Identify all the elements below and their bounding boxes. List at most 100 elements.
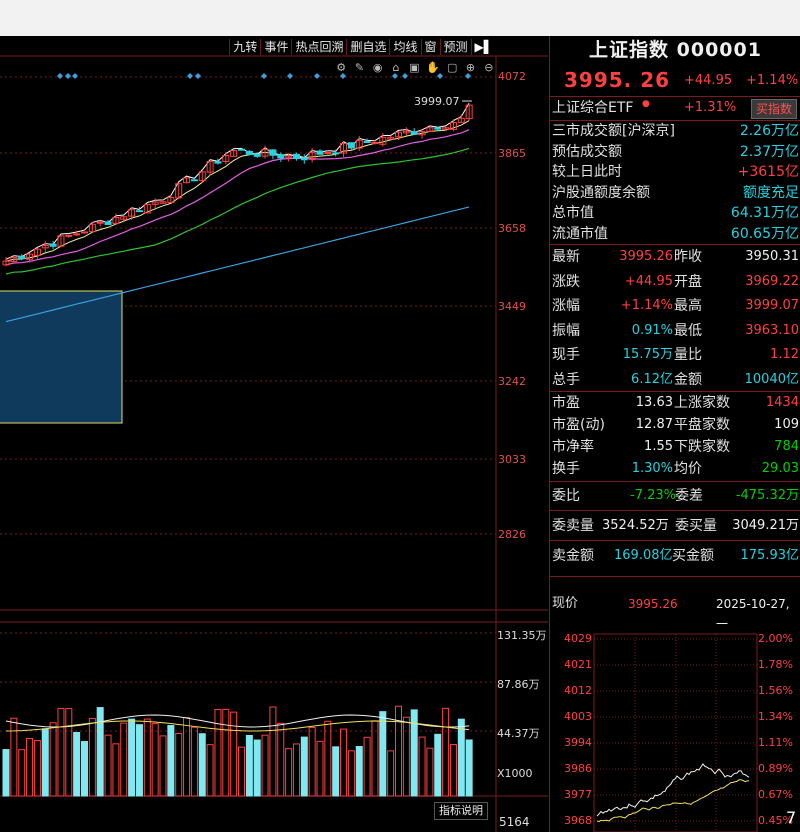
volume-bar: [41, 728, 49, 797]
toolbar-forecast[interactable]: 预测: [439, 38, 471, 55]
divider: [550, 244, 800, 245]
candle-body: [96, 221, 104, 224]
quote-row: 换手 1.30% 均价 29.03: [550, 459, 800, 479]
xianjia-label: 现价: [552, 596, 579, 611]
quote-label: 沪股通额度余额: [552, 184, 650, 201]
candle-body: [332, 152, 340, 155]
zoom-out-icon[interactable]: ⊖: [483, 60, 495, 74]
volume-bar: [33, 740, 41, 797]
intraday-mini-chart[interactable]: 4029 2.00% 4021 1.78% 4012 1.56% 4003 1.34% 3994…: [550, 626, 800, 832]
maijin2-label: 买金额: [672, 548, 714, 564]
volume-bar: [245, 734, 253, 797]
candle-body: [190, 179, 198, 182]
mini-left-tick: 4021: [564, 658, 592, 671]
camera-icon[interactable]: ▢: [446, 60, 458, 74]
mini-left-tick: 3994: [564, 736, 592, 749]
weibi-row: 委比 -7.23% 委差 -475.32万: [550, 486, 800, 506]
quote-label: 市盈(动): [552, 417, 605, 433]
candle-body: [104, 221, 112, 225]
volume-bar: [253, 739, 261, 797]
buy-index-button[interactable]: 买指数: [750, 99, 797, 119]
collapse-arrow-icon[interactable]: ▶▌: [470, 38, 496, 55]
volume-bar: [198, 733, 206, 797]
pen-icon[interactable]: ✎: [353, 60, 365, 74]
toolbar-remove-watchlist[interactable]: 删自选: [346, 38, 389, 55]
quote-value: 6.12亿: [631, 371, 673, 387]
quote-value: 1.30%: [631, 461, 673, 476]
stat-value: 64.31万亿: [730, 205, 799, 221]
ma10-line: [5, 129, 470, 266]
volume-bar: [230, 711, 238, 797]
candle-body: [238, 148, 245, 151]
toolbar-jiuzhuan[interactable]: 九转: [229, 38, 260, 55]
bottom-value: 5164: [499, 815, 530, 829]
quote-label: 平盘家数: [674, 417, 730, 433]
maijin-row: 卖金额 169.08亿 买金额 175.93亿: [550, 546, 800, 566]
lock-icon[interactable]: ⌂: [390, 60, 402, 74]
candle-body: [410, 131, 418, 135]
quote-row: 总市值 64.31万亿: [550, 203, 800, 223]
maijin-value: 169.08亿: [614, 548, 673, 563]
toolbar-hot-replay[interactable]: 热点回溯: [291, 38, 346, 55]
candle-body: [347, 142, 355, 149]
volume-bar: [442, 707, 450, 797]
toolbar-window[interactable]: 窗: [420, 38, 440, 55]
indicator-help-button[interactable]: 指标说明: [434, 802, 488, 820]
quote-label: 三市成交额[沪深京]: [552, 123, 675, 139]
volume-bar: [104, 734, 112, 797]
volume-bar: [402, 716, 410, 797]
hand-icon[interactable]: ✋: [426, 60, 440, 74]
weicha-value: -475.32万: [735, 488, 799, 503]
quote-value: 10040亿: [744, 371, 799, 387]
quote-row: 市盈 13.63 上涨家数 1434: [550, 393, 800, 413]
candle-body: [277, 154, 285, 159]
price-tick: 3865: [498, 147, 526, 160]
volume-tick: 131.35万: [497, 629, 547, 642]
quote-value: 1.12: [770, 347, 799, 362]
quote-row: 涨跌 +44.95 开盘 3969.22: [550, 272, 800, 292]
volume-bar: [65, 707, 73, 797]
divider: [550, 540, 800, 541]
kline-panel[interactable]: 九转 事件 热点回溯 删自选 均线 窗 预测 ▶▌ ⚙ ✎ ◉ ⌂ ▣ ✋ ▢ …: [0, 36, 548, 832]
ma60-line: [5, 206, 470, 323]
zoom-in-icon[interactable]: ⊕: [464, 60, 476, 74]
mini-right-tick: 1.78%: [758, 658, 793, 671]
volume-bar: [238, 746, 245, 797]
quote-value: 1434: [765, 395, 799, 410]
candle-body: [135, 210, 143, 213]
candle-body: [434, 127, 442, 130]
mini-right-tick: 2.00%: [758, 632, 793, 645]
mini-left-tick: 3986: [564, 762, 592, 775]
quote-label: 涨跌: [552, 273, 580, 290]
volume-bar: [261, 734, 269, 797]
quote-row: 较上日此时 +3615亿: [550, 162, 800, 182]
volume-bar: [88, 717, 96, 797]
quote-label: 市净率: [552, 439, 594, 455]
quote-value: 3969.22: [745, 273, 799, 289]
mini-right-tick: 1.11%: [758, 736, 793, 749]
volume-bar: [2, 749, 10, 797]
volume-bar: [285, 748, 293, 797]
quote-row: 总手 6.12亿 金额 10040亿: [550, 370, 800, 390]
eye-icon[interactable]: ◉: [372, 60, 384, 74]
divider: [550, 576, 800, 577]
volume-bar: [332, 746, 340, 797]
kline-chart[interactable]: [0, 36, 548, 832]
quote-value: 1.55: [644, 439, 673, 454]
candle-body: [371, 142, 379, 145]
toolbar-moving-average[interactable]: 均线: [389, 38, 420, 55]
volume-bar: [81, 741, 88, 797]
price-change: +44.95: [684, 73, 733, 88]
quote-label: 下跌家数: [674, 439, 730, 455]
gear-icon[interactable]: ⚙: [335, 60, 347, 74]
corner-digit: 7: [786, 808, 797, 827]
box-icon[interactable]: ▣: [408, 60, 420, 74]
volume-bar: [175, 732, 183, 797]
etf-pct: +1.31%: [684, 100, 737, 115]
toolbar-event[interactable]: 事件: [260, 38, 291, 55]
weibi-label: 委比: [552, 488, 580, 504]
volume-bar: [324, 720, 332, 797]
volume-bar: [96, 707, 104, 797]
volume-bar: [151, 723, 159, 797]
intraday-mini-svg: [593, 633, 758, 832]
